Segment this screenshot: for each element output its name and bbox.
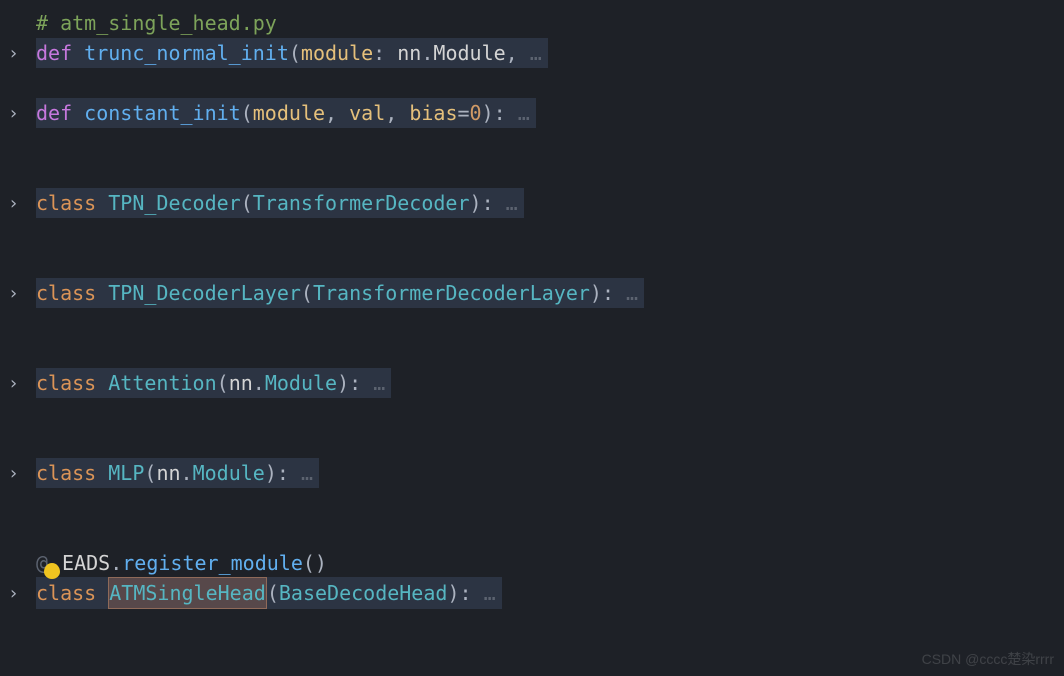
keyword-class: class	[36, 368, 96, 398]
watermark-text: CSDN @cccc楚染rrrr	[922, 649, 1054, 670]
fold-ellipsis[interactable]: …	[518, 38, 542, 68]
class-name: TPN_Decoder	[108, 188, 240, 218]
decorator-name: EADS	[62, 548, 110, 578]
fold-gutter[interactable]: ›	[8, 190, 36, 217]
fold-ellipsis[interactable]: …	[289, 458, 313, 488]
keyword-class: class	[36, 458, 96, 488]
keyword-def: def	[36, 38, 72, 68]
blank-line	[0, 68, 1064, 98]
keyword-def: def	[36, 98, 72, 128]
base-class: BaseDecodeHead	[279, 578, 448, 608]
code-line-comment: # atm_single_head.py	[0, 8, 1064, 38]
param-module: module	[301, 38, 373, 68]
code-line-class2: › class TPN_DecoderLayer(TransformerDeco…	[0, 278, 1064, 308]
function-name: constant_init	[84, 98, 241, 128]
chevron-right-icon[interactable]: ›	[8, 460, 19, 487]
keyword-class: class	[36, 578, 96, 608]
blank-line	[0, 428, 1064, 458]
chevron-right-icon[interactable]: ›	[8, 280, 19, 307]
blank-line	[0, 488, 1064, 518]
code-line-decorator: @EADS.register_module()	[0, 548, 1064, 578]
code-line-class3: › class Attention(nn.Module): …	[0, 368, 1064, 398]
blank-line	[0, 218, 1064, 248]
blank-line	[0, 308, 1064, 338]
fold-gutter[interactable]: ›	[8, 460, 36, 487]
base-class: Module	[193, 458, 265, 488]
class-name-highlighted: ATMSingleHead	[108, 577, 267, 609]
code-line-class4: › class MLP(nn.Module): …	[0, 458, 1064, 488]
chevron-right-icon[interactable]: ›	[8, 40, 19, 67]
fold-ellipsis[interactable]: …	[361, 368, 385, 398]
chevron-right-icon[interactable]: ›	[8, 100, 19, 127]
fold-ellipsis[interactable]: …	[472, 578, 496, 608]
blank-line	[0, 248, 1064, 278]
lightbulb-icon[interactable]	[44, 563, 60, 579]
code-line-func2: › def constant_init(module, val, bias=0)…	[0, 98, 1064, 128]
keyword-class: class	[36, 188, 96, 218]
fold-gutter[interactable]: ›	[8, 370, 36, 397]
class-name: TPN_DecoderLayer	[108, 278, 301, 308]
fold-gutter[interactable]: ›	[8, 100, 36, 127]
fold-ellipsis[interactable]: …	[614, 278, 638, 308]
blank-line	[0, 398, 1064, 428]
blank-line	[0, 518, 1064, 548]
chevron-right-icon[interactable]: ›	[8, 580, 19, 607]
comment-text: # atm_single_head.py	[36, 8, 277, 38]
blank-line	[0, 128, 1064, 158]
fold-gutter[interactable]: ›	[8, 40, 36, 67]
base-class: TransformerDecoderLayer	[313, 278, 590, 308]
fold-ellipsis[interactable]: …	[506, 98, 530, 128]
blank-line	[0, 158, 1064, 188]
fold-gutter[interactable]: ›	[8, 580, 36, 607]
blank-line	[0, 338, 1064, 368]
chevron-right-icon[interactable]: ›	[8, 190, 19, 217]
class-name: Attention	[108, 368, 216, 398]
fold-gutter[interactable]: ›	[8, 280, 36, 307]
code-line-class5: › class ATMSingleHead(BaseDecodeHead): …	[0, 578, 1064, 608]
base-class: TransformerDecoder	[253, 188, 470, 218]
decorator-method: register_module	[122, 548, 303, 578]
class-name: MLP	[108, 458, 144, 488]
chevron-right-icon[interactable]: ›	[8, 370, 19, 397]
code-line-class1: › class TPN_Decoder(TransformerDecoder):…	[0, 188, 1064, 218]
code-line-func1: › def trunc_normal_init(module: nn.Modul…	[0, 38, 1064, 68]
fold-ellipsis[interactable]: …	[494, 188, 518, 218]
keyword-class: class	[36, 278, 96, 308]
function-name: trunc_normal_init	[84, 38, 289, 68]
base-class: Module	[265, 368, 337, 398]
